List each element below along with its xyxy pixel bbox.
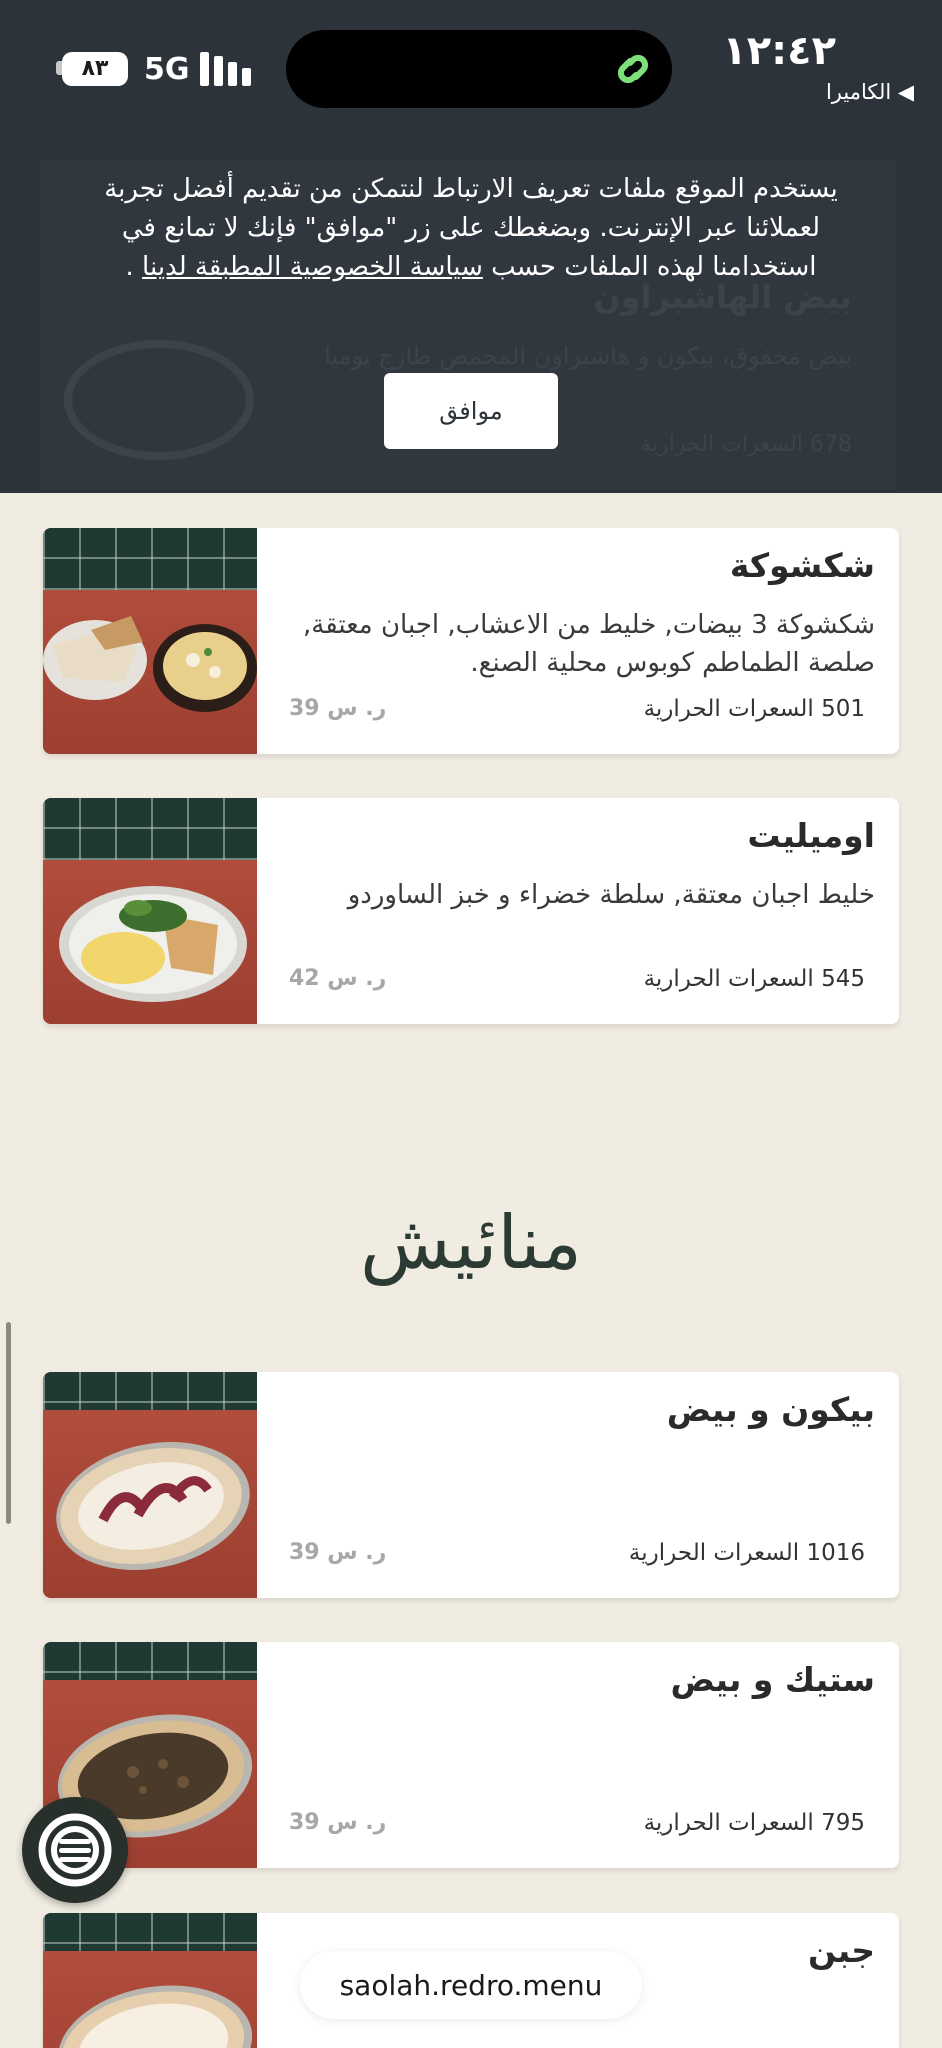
item-photo (43, 798, 257, 1024)
item-title: شكشوكة (729, 546, 875, 585)
dynamic-island (286, 30, 672, 108)
item-price: ر. س 39 (289, 1810, 387, 1835)
url-bar[interactable]: saolah.redro.menu (300, 1951, 642, 2019)
item-title: ستيك و بيض (670, 1660, 876, 1699)
scrollbar[interactable] (6, 1322, 11, 1524)
item-calories: 795 السعرات الحرارية (643, 1810, 865, 1836)
signal-icon (200, 52, 252, 86)
back-to-camera-link[interactable]: ◀ الكاميرا (826, 80, 914, 104)
item-price: ر. س 39 (289, 1540, 387, 1565)
cookie-message: يستخدم الموقع ملفات تعريف الارتباط لنتمك… (90, 170, 852, 287)
menu-item-card[interactable]: بيكون و بيض 1016 السعرات الحرارية ر. س 3… (43, 1372, 899, 1598)
status-time: ١٢:٤٢ (722, 28, 836, 74)
network-label: 5G (144, 52, 190, 87)
cookie-message-end: . (125, 252, 143, 282)
item-photo (43, 528, 257, 754)
item-calories: 545 السعرات الحرارية (643, 966, 865, 992)
item-photo (43, 1913, 257, 2048)
item-calories: 1016 السعرات الحرارية (628, 1540, 865, 1566)
link-icon (617, 54, 649, 84)
item-price: ر. س 42 (289, 966, 387, 991)
item-price: ر. س 39 (289, 696, 387, 721)
section-title: منائيش (360, 1200, 582, 1286)
menu-item-card[interactable]: اوميليت خليط اجبان معتقة, سلطة خضراء و خ… (43, 798, 899, 1024)
item-description: شكشوكة 3 بيضات, خليط من الاعشاب, اجبان م… (303, 610, 875, 678)
ghost-desc: بيض مخفوق، بيكون و هاشبراون المحمص طازج … (324, 342, 852, 370)
menu-item-card[interactable]: ستيك و بيض 795 السعرات الحرارية ر. س 39 (43, 1642, 899, 1868)
item-calories: 501 السعرات الحرارية (643, 696, 865, 722)
battery-indicator: ٨٣ (62, 52, 128, 86)
item-title: بيكون و بيض (666, 1390, 875, 1429)
item-title: اوميليت (747, 816, 875, 855)
item-title: جبن (808, 1931, 875, 1970)
item-description: خليط اجبان معتقة, سلطة خضراء و خبز الساو… (347, 880, 875, 910)
menu-fab-button[interactable] (22, 1797, 128, 1903)
menu-item-card[interactable]: شكشوكة شكشوكة 3 بيضات, خليط من الاعشاب, … (43, 528, 899, 754)
menu-logo-icon (38, 1813, 112, 1887)
accept-cookies-button[interactable]: موافق (384, 373, 558, 449)
ghost-calories: 678 السعرات الحرارية (640, 432, 852, 457)
item-photo (43, 1372, 257, 1598)
privacy-policy-link[interactable]: سياسة الخصوصية المطبقة لدينا (142, 252, 483, 282)
